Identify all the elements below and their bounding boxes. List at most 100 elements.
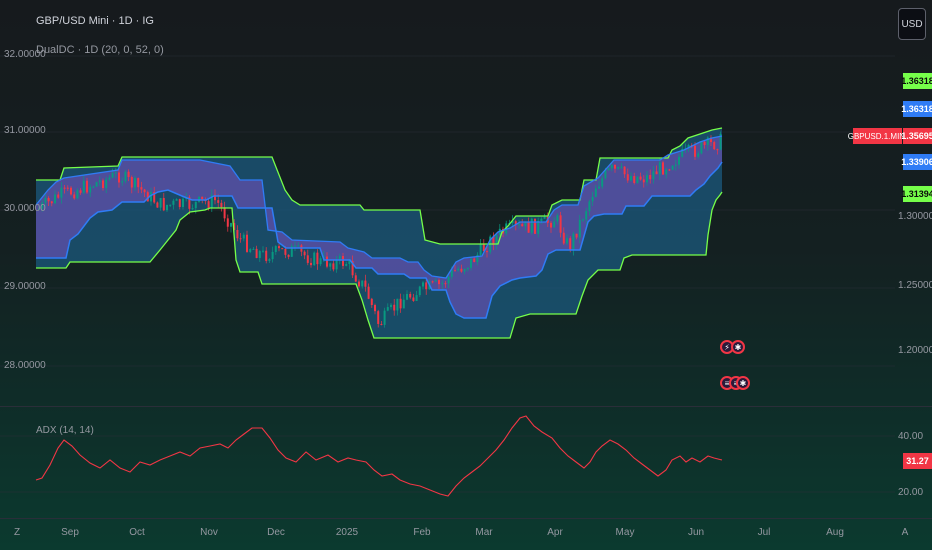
candle-body	[258, 251, 261, 258]
candle-body	[370, 298, 373, 306]
candle-body	[92, 186, 95, 188]
candle-body	[255, 248, 258, 258]
candle-body	[361, 280, 364, 287]
candle-body	[76, 190, 79, 199]
candle-body	[271, 251, 274, 260]
candle-body	[434, 280, 437, 282]
pane-separator[interactable]	[0, 406, 932, 407]
candle-body	[418, 286, 421, 296]
candle-body	[454, 270, 456, 272]
candle-body	[591, 196, 594, 202]
candle-body	[402, 299, 405, 309]
candle-body	[246, 234, 248, 252]
candle-body	[105, 179, 108, 188]
candle-body	[386, 307, 389, 311]
candle-body	[364, 280, 367, 287]
candle-body	[594, 188, 597, 197]
candle-body	[633, 176, 636, 183]
symbol-badge: GBPUSD.1.MINI	[848, 128, 907, 144]
candle-body	[60, 187, 63, 198]
candle-body	[159, 198, 162, 208]
candle-body	[438, 280, 440, 285]
candle-body	[537, 221, 540, 234]
candle-body	[134, 178, 136, 188]
candle-body	[130, 176, 133, 188]
price-chart[interactable]	[0, 0, 932, 550]
flag-uk-event-icon[interactable]: ✱	[736, 376, 750, 390]
candle-body	[642, 179, 645, 183]
candle-body	[607, 168, 610, 170]
candle-body	[111, 173, 114, 178]
candle-body	[585, 211, 588, 220]
time-axis-tick: May	[615, 527, 635, 538]
candle-body	[639, 176, 642, 180]
candle-body	[217, 200, 220, 203]
candle-body	[220, 202, 223, 208]
candle-body	[572, 233, 575, 250]
candle-body	[313, 252, 316, 266]
candle-body	[582, 219, 584, 221]
candle-body	[396, 298, 399, 311]
candle-body	[98, 180, 101, 183]
candle-body	[284, 248, 287, 255]
candle-body	[562, 232, 565, 244]
flag-uk-event-icon[interactable]: ✱	[731, 340, 745, 354]
candle-body	[50, 201, 53, 204]
candle-body	[652, 171, 655, 180]
candle-body	[89, 186, 92, 193]
candle-body	[601, 178, 604, 187]
candle-body	[66, 187, 69, 189]
candle-body	[441, 283, 444, 285]
candle-body	[700, 141, 703, 154]
candle-body	[230, 223, 232, 227]
candle-body	[274, 246, 277, 252]
candle-body	[175, 199, 178, 201]
candle-body	[415, 295, 418, 301]
candle-body	[102, 180, 104, 188]
candle-body	[114, 172, 117, 174]
candle-body	[431, 281, 434, 283]
candle-body	[530, 218, 533, 233]
candle-body	[162, 198, 165, 211]
candle-body	[658, 162, 661, 175]
candle-body	[470, 258, 472, 268]
time-axis-tick: Apr	[547, 527, 563, 538]
candle-body	[169, 204, 172, 206]
candle-body	[668, 169, 671, 171]
candle-body	[73, 194, 76, 199]
candle-body	[390, 304, 392, 308]
candle-body	[201, 196, 204, 200]
time-axis-tick: Feb	[413, 527, 431, 538]
candle-body	[249, 249, 252, 252]
candle-body	[118, 172, 120, 183]
candle-body	[383, 310, 386, 325]
candle-body	[178, 199, 181, 207]
candle-body	[598, 186, 600, 189]
candle-body	[367, 286, 370, 299]
candle-body	[646, 175, 648, 183]
candle-body	[412, 297, 415, 301]
candle-body	[393, 304, 396, 311]
candle-body	[319, 258, 322, 265]
candle-body	[140, 187, 143, 190]
adx-label[interactable]: ADX (14, 14)	[36, 425, 94, 436]
candle-body	[124, 171, 127, 182]
candle-body	[358, 281, 360, 287]
candle-body	[473, 258, 476, 263]
outer-lower-badge: 1.31394	[901, 186, 932, 202]
left-axis-tick: 31.00000	[4, 125, 46, 136]
adx-value-badge: 31.27	[903, 453, 932, 469]
candle-body	[665, 169, 668, 175]
candle-body	[332, 263, 335, 270]
candle-body	[172, 200, 175, 205]
last-price-badge: 1.35695	[901, 128, 932, 144]
candle-body	[95, 182, 98, 187]
candle-body	[697, 153, 700, 157]
candle-body	[47, 198, 50, 202]
candle-body	[335, 259, 338, 270]
candle-body	[278, 246, 280, 249]
left-axis-tick: 29.00000	[4, 281, 46, 292]
inner-lower-badge: 1.33906	[901, 154, 932, 170]
time-axis-tick: Aug	[826, 527, 844, 538]
candle-body	[380, 323, 383, 325]
